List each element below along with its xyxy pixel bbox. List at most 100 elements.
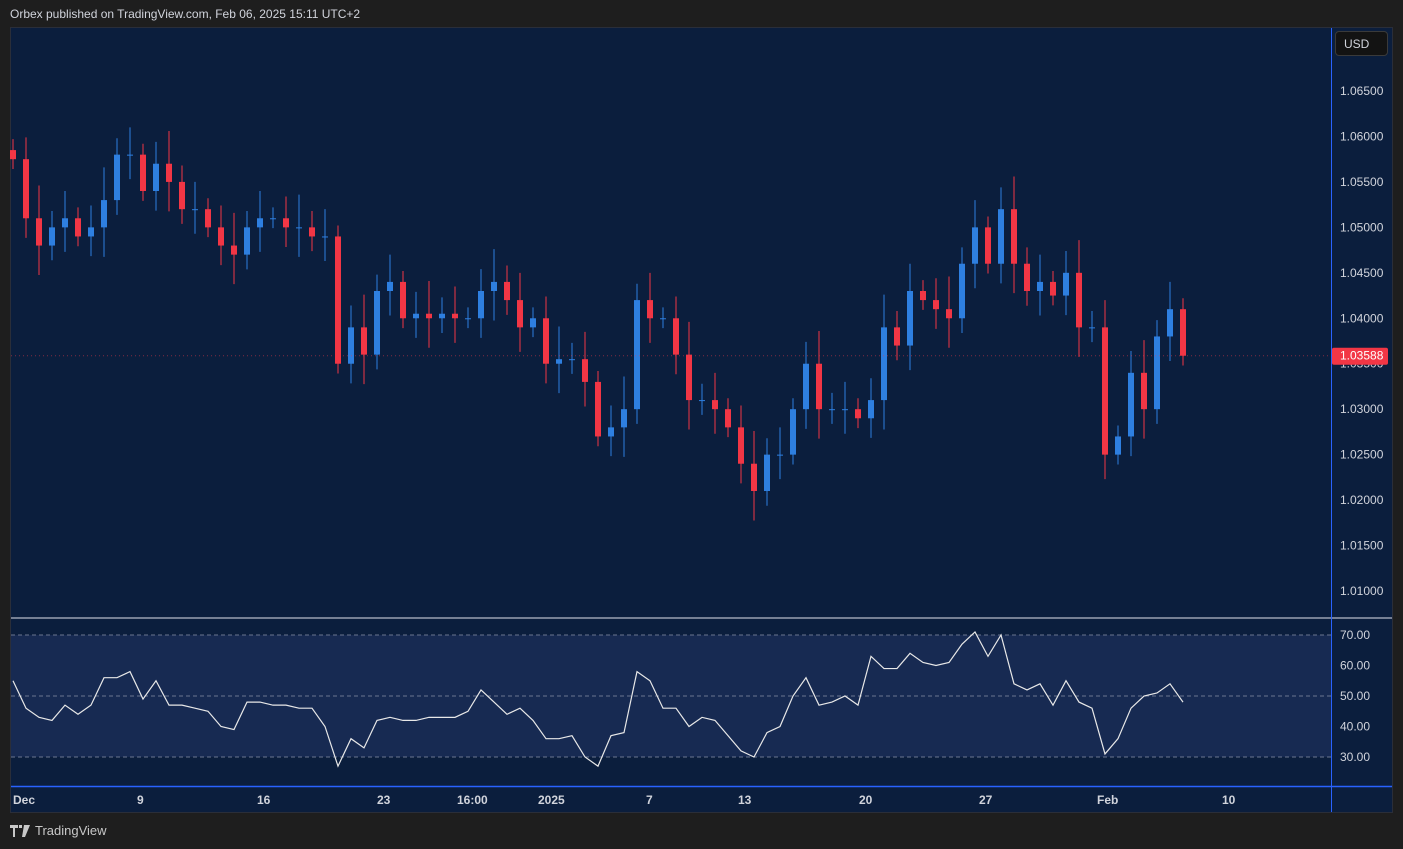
candle-body	[569, 359, 575, 361]
candle-body	[335, 236, 341, 364]
currency-button[interactable]: USD	[1335, 31, 1388, 56]
candle-body	[127, 154, 133, 156]
candle-body	[686, 354, 692, 401]
candle-body	[907, 290, 913, 346]
candle-body	[257, 218, 263, 228]
candle-body	[582, 359, 588, 382]
candle-body	[231, 245, 237, 255]
rsi-tick-label: 60.00	[1340, 659, 1370, 673]
candle-body	[361, 327, 367, 355]
candle-body	[1063, 272, 1069, 296]
candle-body	[75, 218, 81, 237]
time-tick-label: 20	[859, 793, 873, 807]
price-tick-label: 1.02000	[1340, 493, 1384, 507]
candle-body	[738, 427, 744, 464]
candle-body	[634, 300, 640, 410]
price-tick-label: 1.04000	[1340, 311, 1384, 325]
tradingview-logo[interactable]: TradingView	[10, 823, 107, 838]
rsi-tick-label: 70.00	[1340, 628, 1370, 642]
candle-body	[465, 318, 471, 320]
time-tick-label: 2025	[538, 793, 565, 807]
candle-body	[673, 318, 679, 355]
candle-body	[543, 318, 549, 364]
candle-body	[933, 300, 939, 310]
candle-body	[855, 409, 861, 419]
candle-body	[205, 209, 211, 228]
price-tick-label: 1.02500	[1340, 448, 1384, 462]
price-tick-label: 1.05000	[1340, 220, 1384, 234]
rsi-tick-label: 30.00	[1340, 750, 1370, 764]
candle-body	[23, 159, 29, 219]
candle-body	[556, 359, 562, 364]
candle-body	[348, 327, 354, 364]
candle-body	[842, 409, 848, 411]
candle-body	[517, 300, 523, 328]
candle-body	[36, 218, 42, 246]
candle-body	[192, 209, 198, 211]
candle-body	[985, 227, 991, 264]
candle-body	[881, 327, 887, 401]
candle-body	[88, 227, 94, 237]
chart-canvas[interactable]: 1.06500 1.06000 1.05500 1.05000 1.04500 1.040…	[0, 0, 1403, 849]
candle-body	[595, 381, 601, 437]
time-tick-label: 16	[257, 793, 271, 807]
candle-body	[387, 281, 393, 291]
rsi-tick-label: 50.00	[1340, 689, 1370, 703]
candle-body	[101, 200, 107, 228]
time-tick-label: 10	[1222, 793, 1236, 807]
candle-body	[530, 318, 536, 328]
candle-body	[10, 150, 16, 160]
candle-body	[166, 163, 172, 182]
candle-body	[153, 163, 159, 191]
last-price-label: 1.03588	[1340, 349, 1384, 363]
time-tick-label: Feb	[1097, 793, 1118, 807]
price-tick-label: 1.06500	[1340, 84, 1384, 98]
candle-body	[283, 218, 289, 228]
candle-body	[426, 313, 432, 319]
price-tick-label: 1.01500	[1340, 539, 1384, 553]
candle-body	[309, 227, 315, 237]
candle-body	[764, 454, 770, 491]
time-tick-label: Dec	[13, 793, 35, 807]
candle-body	[1180, 309, 1186, 356]
candle-body	[1037, 281, 1043, 291]
candle-body	[439, 313, 445, 319]
candle-body	[374, 290, 380, 355]
candle-body	[49, 227, 55, 246]
price-tick-label: 1.01000	[1340, 584, 1384, 598]
candle-body	[1102, 327, 1108, 455]
candle-body	[1089, 327, 1095, 329]
price-tick-label: 1.05500	[1340, 175, 1384, 189]
candle-body	[413, 313, 419, 319]
tradingview-logo-icon	[10, 824, 30, 837]
time-tick-label: 9	[137, 793, 144, 807]
time-tick-label: 23	[377, 793, 391, 807]
candle-body	[894, 327, 900, 346]
candle-body	[179, 181, 185, 210]
candle-body	[829, 409, 835, 411]
price-tick-label: 1.04500	[1340, 266, 1384, 280]
time-tick-label: 13	[738, 793, 752, 807]
candle-body	[972, 227, 978, 264]
candle-body	[244, 227, 250, 255]
candle-body	[725, 409, 731, 428]
time-tick-label: 16:00	[457, 793, 488, 807]
price-tick-label: 1.03000	[1340, 402, 1384, 416]
time-tick-label: 7	[646, 793, 653, 807]
candle-body	[647, 300, 653, 319]
candle-body	[712, 400, 718, 410]
candle-body	[751, 463, 757, 491]
candle-body	[114, 154, 120, 201]
candle-body	[62, 218, 68, 228]
candle-body	[1076, 272, 1082, 328]
candle-body	[608, 427, 614, 437]
candle-body	[777, 454, 783, 456]
candle-body	[504, 281, 510, 301]
candle-body	[140, 154, 146, 191]
candle-body	[790, 409, 796, 455]
candle-body	[998, 209, 1004, 264]
candle-body	[699, 400, 705, 402]
candle-body	[1128, 372, 1134, 437]
candle-body	[478, 290, 484, 319]
candle-body	[400, 281, 406, 319]
